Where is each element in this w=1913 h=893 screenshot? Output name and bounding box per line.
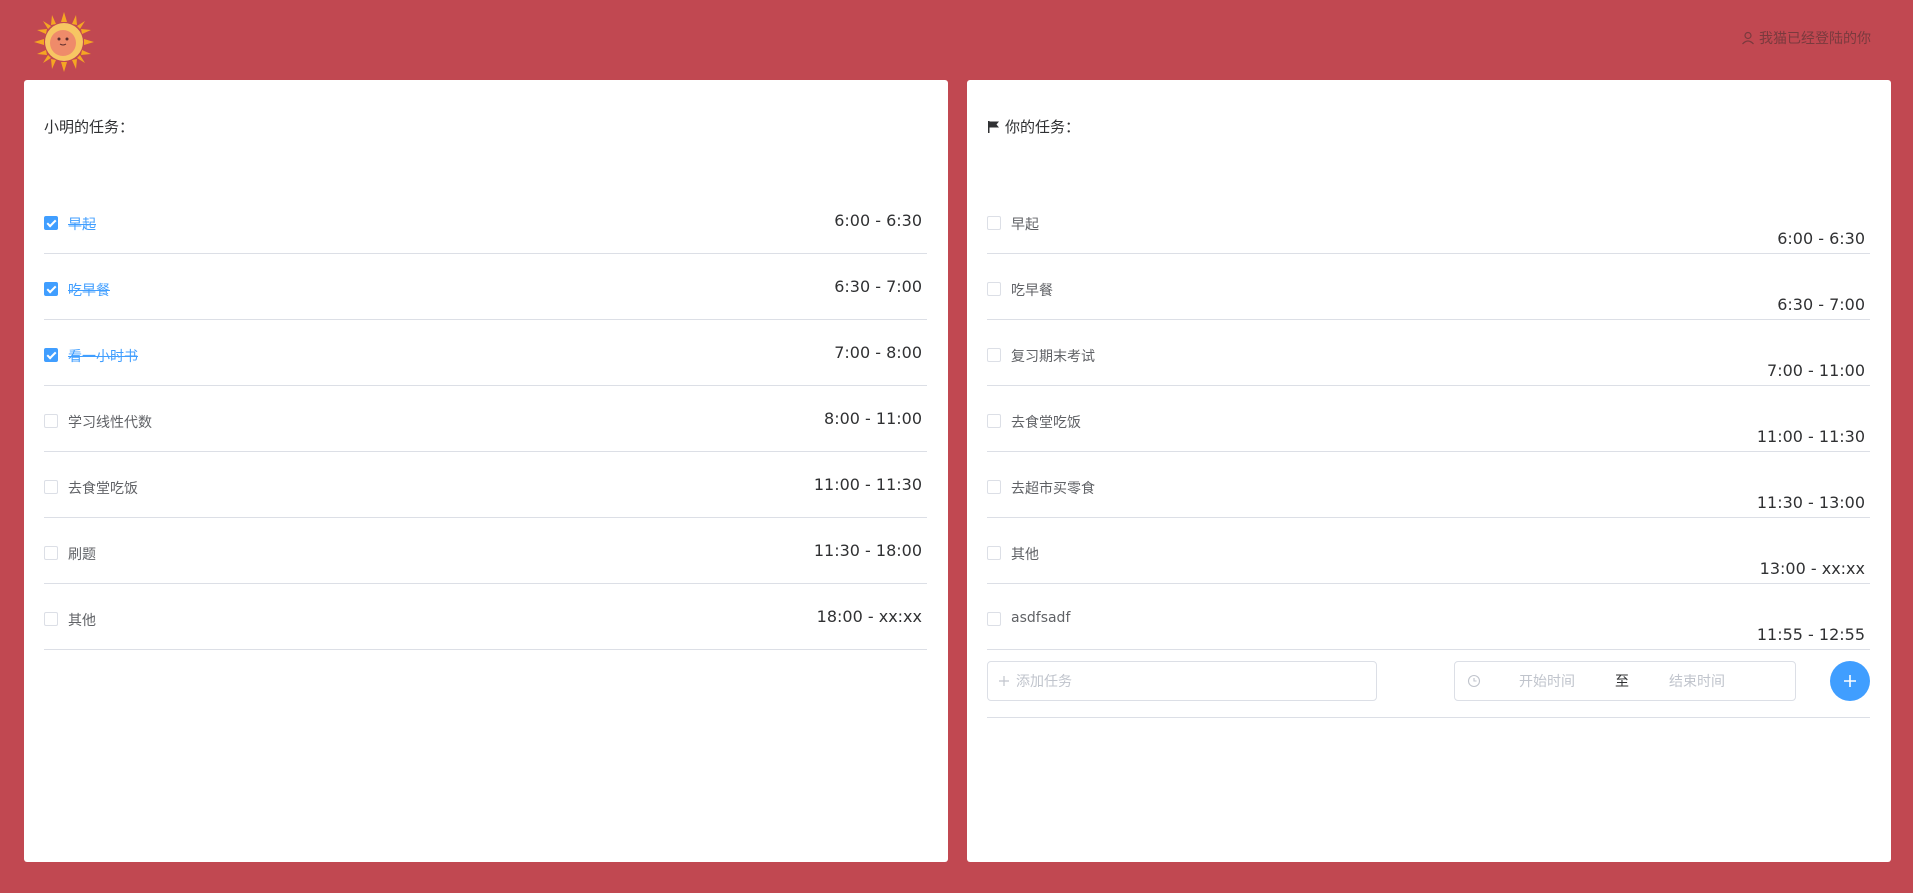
task-name[interactable]: 吃早餐 — [68, 280, 110, 300]
task-time: 13:00 - xx:xx — [1759, 559, 1865, 578]
task-name[interactable]: 去超市买零食 — [1011, 478, 1095, 498]
user-icon — [1742, 31, 1754, 45]
left-panel-title: 小明的任务： — [44, 116, 134, 137]
task-time: 18:00 - xx:xx — [816, 607, 922, 626]
task-item: 去食堂吃饭 11:00 - 11:30 — [44, 452, 927, 518]
task-name[interactable]: 复习期末考试 — [1011, 346, 1095, 366]
task-checkbox[interactable] — [987, 348, 1001, 362]
task-checkbox[interactable] — [44, 546, 58, 560]
task-name[interactable]: 学习线性代数 — [68, 412, 152, 432]
task-item: asdfsadf 11:55 - 12:55 — [987, 584, 1870, 650]
task-name[interactable]: 早起 — [1011, 214, 1039, 234]
plus-icon — [1844, 675, 1856, 687]
login-status: 我猫已经登陆的你 — [1741, 28, 1871, 48]
add-task-row: 添加任务 开始时间 至 结束时间 — [987, 650, 1870, 718]
add-task-input[interactable]: 添加任务 — [987, 661, 1377, 701]
left-task-list: 早起 6:00 - 6:30 吃早餐 6:30 - 7:00 看一小时书 7:00 - 8… — [44, 188, 927, 650]
task-name[interactable]: 刷题 — [68, 544, 96, 564]
task-time: 11:00 - 11:30 — [813, 475, 922, 494]
task-name[interactable]: 看一小时书 — [68, 346, 138, 366]
task-time: 11:55 - 12:55 — [1756, 625, 1865, 644]
task-name[interactable]: 去食堂吃饭 — [68, 478, 138, 498]
task-checkbox[interactable] — [987, 414, 1001, 428]
task-item: 吃早餐 6:30 - 7:00 — [987, 254, 1870, 320]
task-time: 11:30 - 13:00 — [1756, 493, 1865, 512]
task-item: 刷题 11:30 - 18:00 — [44, 518, 927, 584]
task-checkbox[interactable] — [44, 282, 58, 296]
end-time-input[interactable]: 结束时间 — [1637, 671, 1757, 691]
task-checkbox[interactable] — [987, 282, 1001, 296]
right-panel-title-text: 你的任务： — [1005, 118, 1081, 136]
task-item: 学习线性代数 8:00 - 11:00 — [44, 386, 927, 452]
task-item: 早起 6:00 - 6:30 — [44, 188, 927, 254]
sun-logo-icon — [34, 12, 94, 72]
task-time: 6:00 - 6:30 — [834, 211, 922, 230]
time-range-picker[interactable]: 开始时间 至 结束时间 — [1454, 661, 1796, 701]
task-checkbox[interactable] — [987, 480, 1001, 494]
task-time: 6:30 - 7:00 — [834, 277, 922, 296]
task-time: 7:00 - 8:00 — [834, 343, 922, 362]
task-time: 7:00 - 11:00 — [1767, 361, 1865, 380]
start-time-input[interactable]: 开始时间 — [1487, 671, 1607, 691]
task-time: 11:30 - 18:00 — [813, 541, 922, 560]
task-checkbox[interactable] — [44, 414, 58, 428]
task-item: 去食堂吃饭 11:00 - 11:30 — [987, 386, 1870, 452]
task-time: 6:30 - 7:00 — [1777, 295, 1865, 314]
range-separator: 至 — [1615, 674, 1629, 690]
header: 我猫已经登陆的你 — [0, 0, 1913, 80]
task-item: 其他 13:00 - xx:xx — [987, 518, 1870, 584]
task-checkbox[interactable] — [44, 480, 58, 494]
task-item: 早起 6:00 - 6:30 — [987, 188, 1870, 254]
clock-icon — [1467, 674, 1481, 688]
task-checkbox[interactable] — [44, 348, 58, 362]
task-name[interactable]: 去食堂吃饭 — [1011, 412, 1081, 432]
task-time: 11:00 - 11:30 — [1756, 427, 1865, 446]
login-status-text: 我猫已经登陆的你 — [1759, 31, 1871, 47]
task-checkbox[interactable] — [44, 612, 58, 626]
task-name[interactable]: asdfsadf — [1011, 610, 1070, 626]
task-name[interactable]: 其他 — [1011, 544, 1039, 564]
add-task-button[interactable] — [1830, 661, 1870, 701]
task-item: 吃早餐 6:30 - 7:00 — [44, 254, 927, 320]
task-item: 去超市买零食 11:30 - 13:00 — [987, 452, 1870, 518]
right-panel-title: 你的任务： — [987, 116, 1080, 137]
task-item: 复习期末考试 7:00 - 11:00 — [987, 320, 1870, 386]
task-checkbox[interactable] — [44, 216, 58, 230]
left-task-panel: 小明的任务： 早起 6:00 - 6:30 吃早餐 6:30 - 7:00 看一小时书 7… — [24, 80, 948, 862]
plus-icon — [999, 676, 1009, 686]
task-name[interactable]: 早起 — [68, 214, 96, 234]
add-task-placeholder: 添加任务 — [1016, 674, 1072, 690]
task-checkbox[interactable] — [987, 612, 1001, 626]
task-time: 8:00 - 11:00 — [824, 409, 922, 428]
flag-icon — [988, 120, 999, 133]
left-panel-title-text: 小明的任务： — [44, 118, 135, 136]
task-item: 看一小时书 7:00 - 8:00 — [44, 320, 927, 386]
task-item: 其他 18:00 - xx:xx — [44, 584, 927, 650]
right-task-list: 早起 6:00 - 6:30 吃早餐 6:30 - 7:00 复习期末考试 7:00 - … — [987, 188, 1870, 650]
right-task-panel: 你的任务： 早起 6:00 - 6:30 吃早餐 6:30 - 7:00 复习期末考试 7… — [967, 80, 1891, 862]
task-name[interactable]: 其他 — [68, 610, 96, 630]
task-checkbox[interactable] — [987, 216, 1001, 230]
task-name[interactable]: 吃早餐 — [1011, 280, 1053, 300]
task-checkbox[interactable] — [987, 546, 1001, 560]
task-time: 6:00 - 6:30 — [1777, 229, 1865, 248]
